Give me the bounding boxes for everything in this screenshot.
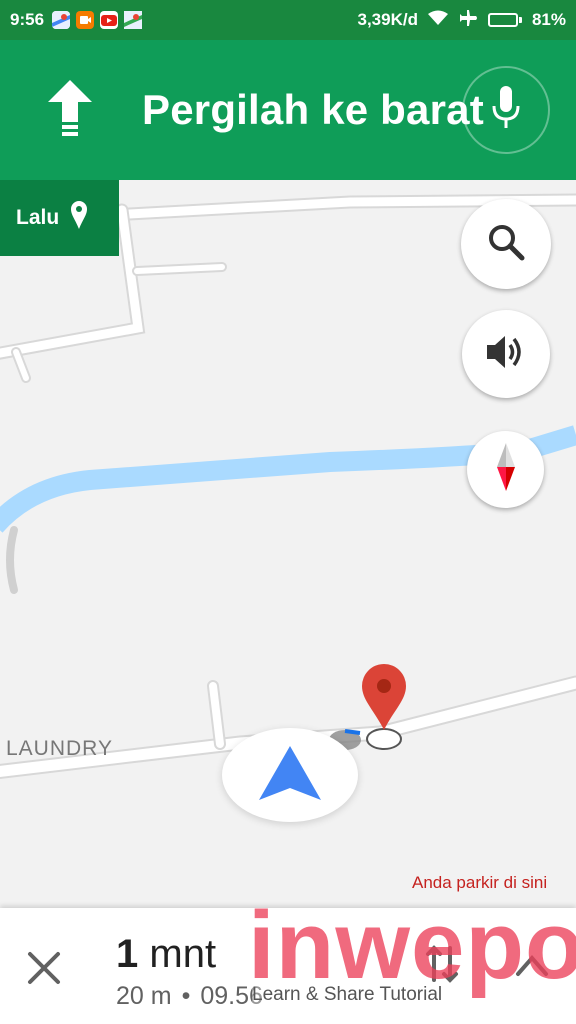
- voice-search-button[interactable]: [462, 66, 550, 154]
- navigation-header[interactable]: Pergilah ke barat: [0, 40, 576, 180]
- battery-percent: 81%: [531, 10, 566, 29]
- close-navigation-button[interactable]: [24, 948, 64, 988]
- wifi-icon: [427, 10, 448, 31]
- search-button[interactable]: [461, 199, 551, 289]
- trip-summary-panel[interactable]: 1 mnt 20 m • 09.56: [0, 908, 576, 1024]
- airplane-icon: [458, 8, 478, 33]
- alt-route-icon: [426, 945, 458, 983]
- compass-button[interactable]: [467, 431, 544, 508]
- search-icon: [486, 222, 526, 267]
- eta-details: 20 m • 09.56: [116, 982, 263, 1011]
- arrival-time: 09.56: [200, 982, 263, 1010]
- place-pin-icon: [71, 201, 88, 235]
- mic-icon: [491, 85, 521, 135]
- notification-icons: [52, 11, 143, 29]
- eta-number: 1: [116, 932, 139, 976]
- status-bar: 9:56 3,39K/d 81%: [0, 0, 576, 40]
- eta-unit: mnt: [149, 932, 217, 976]
- maps-app-icon: [124, 11, 143, 29]
- navigation-instruction: Pergilah ke barat: [142, 86, 484, 133]
- arrow-up-icon: [48, 80, 92, 138]
- youtube-app-icon: [100, 11, 119, 29]
- cam-app-icon: [76, 11, 95, 29]
- status-time: 9:56: [10, 10, 45, 29]
- sound-button[interactable]: [462, 310, 550, 398]
- map-scroll-indicator: [6, 526, 18, 594]
- battery-icon: [487, 13, 522, 27]
- maps-app-icon: [52, 11, 71, 29]
- then-chip[interactable]: Lalu: [0, 180, 119, 256]
- parking-pin-icon[interactable]: [362, 664, 406, 750]
- eta-separator: •: [181, 982, 191, 1010]
- expand-panel-button[interactable]: [514, 950, 550, 980]
- compass-icon: [491, 441, 521, 498]
- eta-duration: 1 mnt: [116, 932, 216, 977]
- parking-label: Anda parkir di sini: [412, 873, 548, 892]
- chevron-up-icon: [516, 954, 548, 976]
- then-label: Lalu: [16, 206, 60, 229]
- route-options-button[interactable]: [424, 944, 460, 984]
- network-speed: 3,39K/d: [357, 10, 418, 29]
- volume-icon: [484, 332, 528, 377]
- navigation-arrow-icon: [259, 745, 321, 805]
- poi-label-laundry: LAUNDRY: [6, 737, 113, 760]
- current-location-marker[interactable]: [222, 728, 358, 822]
- remaining-distance: 20 m: [116, 982, 172, 1010]
- close-icon: [28, 952, 60, 984]
